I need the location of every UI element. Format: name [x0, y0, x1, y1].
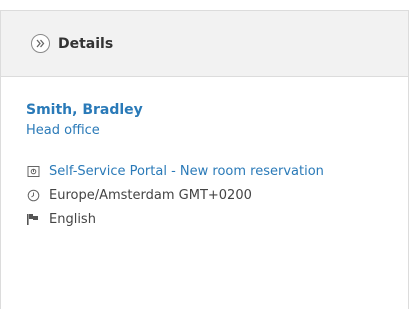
details-content: Smith, Bradley Head office Self-Service … [1, 77, 408, 231]
person-location-link[interactable]: Head office [26, 121, 408, 141]
info-list: Self-Service Portal - New room reservati… [26, 159, 408, 231]
person-name-link[interactable]: Smith, Bradley [26, 100, 408, 120]
language-text: English [49, 211, 96, 227]
timezone-text: Europe/Amsterdam GMT+0200 [49, 187, 252, 203]
flag-icon [26, 212, 40, 226]
source-link[interactable]: Self-Service Portal - New room reservati… [49, 164, 324, 179]
panel-title: Details [58, 35, 114, 52]
timezone-row: Europe/Amsterdam GMT+0200 [26, 183, 408, 207]
source-row: Self-Service Portal - New room reservati… [26, 159, 408, 183]
portal-icon [26, 164, 40, 178]
panel-header: Details [1, 11, 408, 77]
clock-icon [26, 188, 40, 202]
collapse-button[interactable] [31, 34, 50, 53]
double-chevron-right-icon [36, 39, 45, 48]
language-row: English [26, 207, 408, 231]
details-panel: Details Smith, Bradley Head office Self-… [0, 10, 409, 309]
